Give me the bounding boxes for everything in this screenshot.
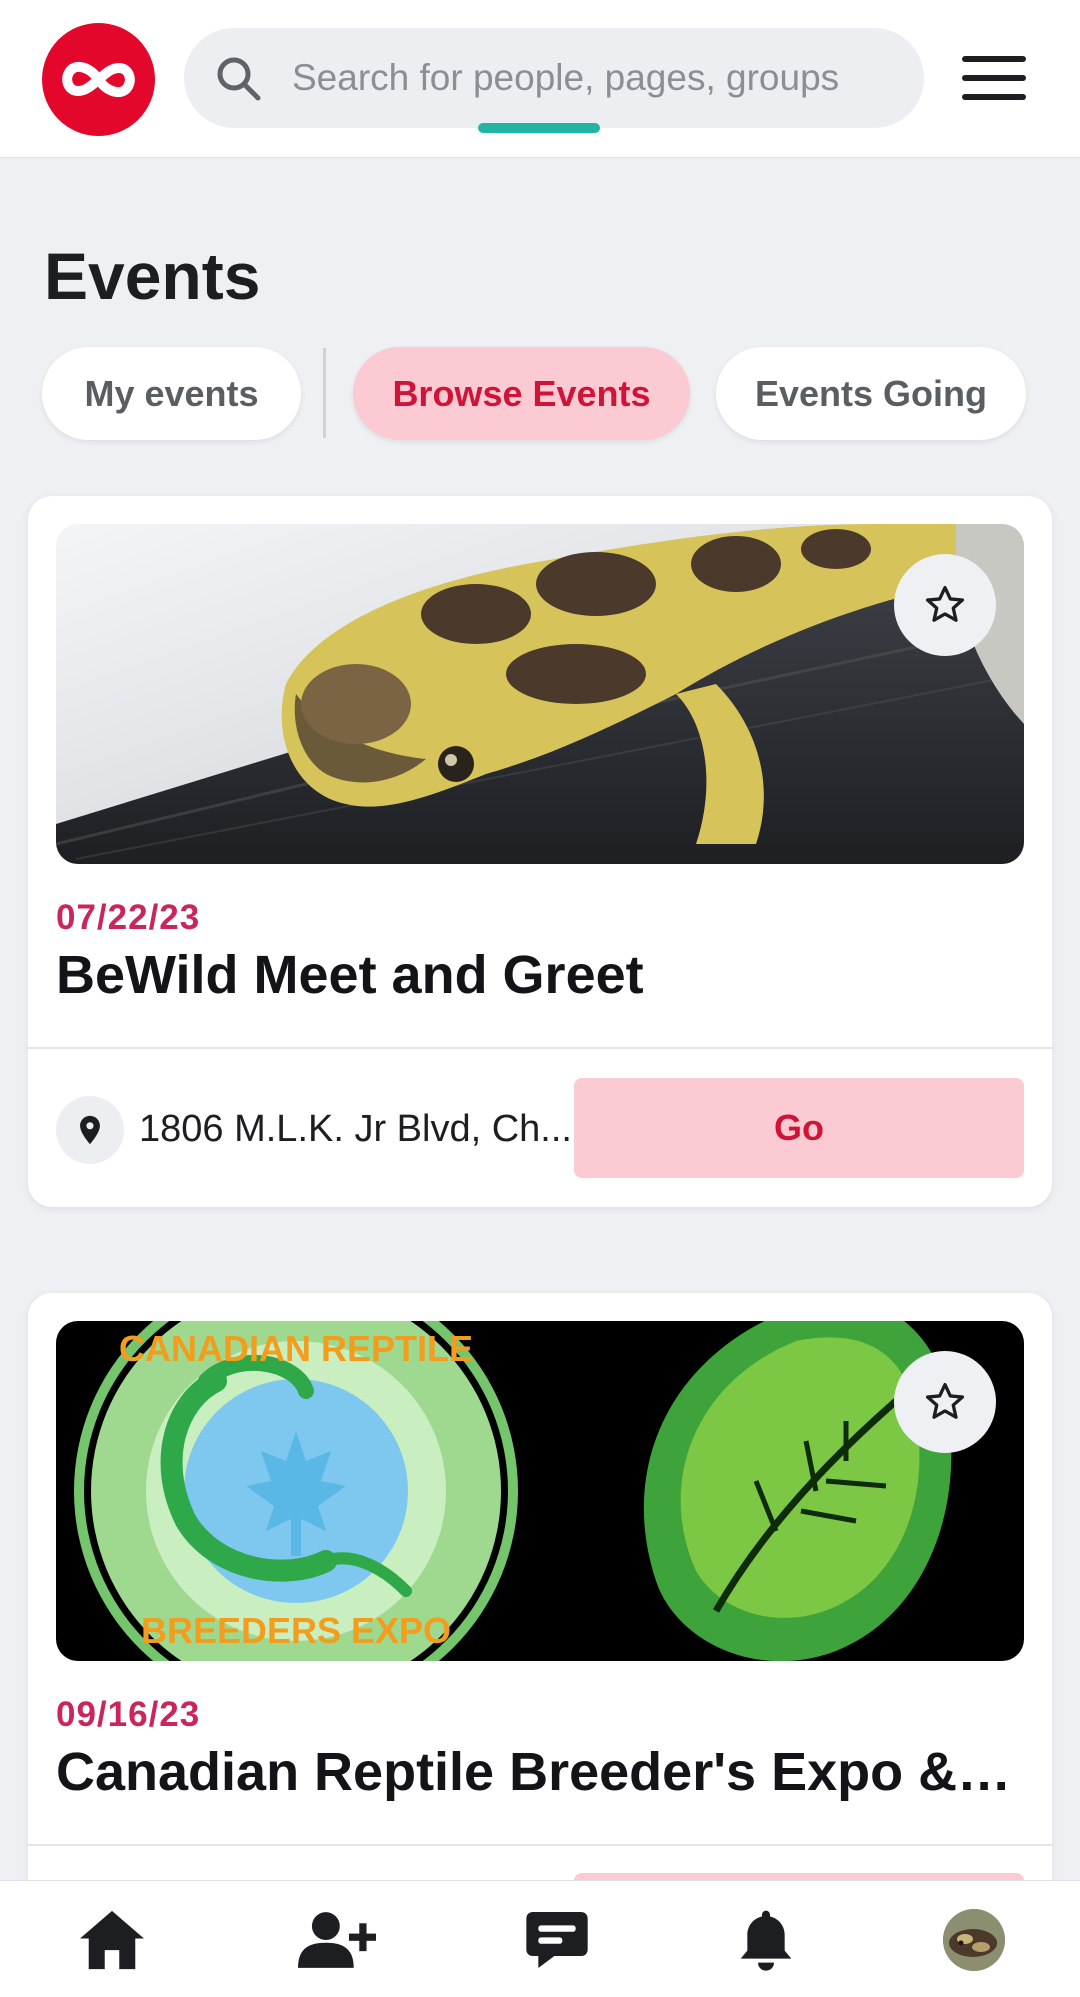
event-image-reptile-expo[interactable]: CANADIAN REPTILE BREEDERS EXPO: [56, 1321, 1024, 1661]
notifications-bell-icon: [740, 1910, 792, 1971]
nav-messages[interactable]: [482, 1881, 632, 1997]
event-date: 07/22/23: [56, 898, 201, 937]
tab-browse-events[interactable]: Browse Events: [353, 347, 690, 440]
event-card[interactable]: 07/22/23 BeWild Meet and Greet 1806 M.L.…: [28, 496, 1052, 1207]
page-title: Events: [44, 239, 261, 313]
search-icon: [217, 57, 261, 101]
svg-text:BREEDERS EXPO: BREEDERS EXPO: [141, 1610, 451, 1651]
star-outline-icon: [925, 585, 965, 622]
reptile-expo-logo: CANADIAN REPTILE BREEDERS EXPO: [56, 1321, 1024, 1661]
salamander-photo: [56, 524, 1024, 864]
event-date: 09/16/23: [56, 1695, 201, 1734]
app-logo[interactable]: [42, 23, 155, 136]
event-location: 1806 M.L.K. Jr Blvd, Ch...: [139, 1108, 572, 1150]
top-header: [0, 0, 1080, 158]
home-icon: [80, 1910, 144, 1969]
add-friend-icon: [298, 1911, 376, 1968]
location-pin-icon: [56, 1096, 124, 1164]
svg-text:CANADIAN REPTILE: CANADIAN REPTILE: [119, 1328, 473, 1369]
bottom-navigation: [0, 1880, 1080, 1997]
profile-avatar: [943, 1908, 1005, 1971]
loading-progress-bar: [478, 123, 600, 133]
favorite-button[interactable]: [894, 1351, 996, 1453]
tab-my-events[interactable]: My events: [42, 347, 301, 440]
infinity-logo-icon: [62, 61, 135, 98]
messages-icon: [526, 1911, 588, 1968]
favorite-button[interactable]: [894, 554, 996, 656]
event-title[interactable]: BeWild Meet and Greet: [56, 944, 1024, 1006]
hamburger-menu-icon[interactable]: [960, 54, 1030, 102]
nav-add-friend[interactable]: [262, 1881, 412, 1997]
nav-profile[interactable]: [899, 1881, 1049, 1997]
card-divider: [28, 1844, 1052, 1846]
search-bar[interactable]: [184, 28, 924, 128]
nav-home[interactable]: [37, 1881, 187, 1997]
star-outline-icon: [925, 1382, 965, 1419]
event-card[interactable]: CANADIAN REPTILE BREEDERS EXPO 09/16/23 …: [28, 1293, 1052, 1933]
tab-events-going[interactable]: Events Going: [716, 347, 1026, 440]
card-divider: [28, 1047, 1052, 1049]
search-input[interactable]: [292, 48, 892, 108]
go-button[interactable]: Go: [574, 1078, 1024, 1178]
tab-divider: [323, 348, 326, 438]
nav-notifications[interactable]: [691, 1881, 841, 1997]
event-image-salamander[interactable]: [56, 524, 1024, 864]
event-title[interactable]: Canadian Reptile Breeder's Expo & T...: [56, 1741, 1024, 1803]
